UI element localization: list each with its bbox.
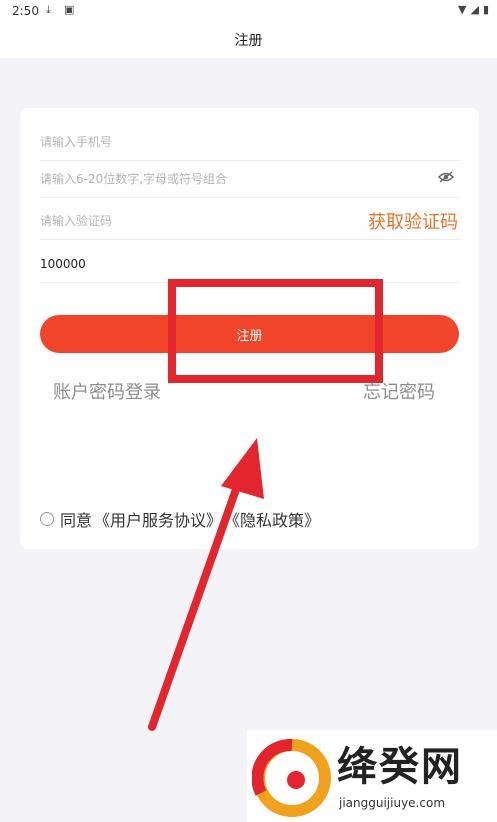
status-bar: 2:50 ⤓ ▣ ▼ ◢ ▮ (0, 0, 497, 22)
battery-icon: ▮ (482, 3, 489, 16)
watermark-logo (252, 738, 331, 817)
forgot-password-link[interactable]: 忘记密码 (363, 378, 435, 404)
phone-input[interactable] (40, 123, 460, 160)
eye-off-icon[interactable] (438, 171, 454, 187)
status-time: 2:50 (12, 4, 39, 18)
password-field (40, 160, 460, 198)
signal-icon: ◢ (470, 3, 479, 16)
agreement-row: 同意 《用户服务协议》 《隐私政策》 (40, 508, 322, 530)
download-icon: ⤓ (46, 3, 51, 16)
agree-label: 同意 (60, 511, 93, 530)
app-bar: 注册 (0, 22, 497, 58)
a-icon: ▣ (64, 3, 75, 16)
watermark-title: 绛癸网 (337, 744, 463, 790)
get-code-button[interactable]: 获取验证码 (368, 208, 458, 234)
account-login-link[interactable]: 账户密码登录 (53, 378, 161, 404)
invite-field (40, 245, 460, 283)
agree-radio[interactable] (40, 512, 54, 526)
invite-input[interactable] (40, 245, 460, 282)
password-input[interactable] (40, 160, 460, 197)
phone-field (40, 123, 460, 161)
watermark: 绛癸网 jiangguijiuye.com (247, 730, 497, 822)
watermark-url: jiangguijiuye.com (339, 796, 446, 810)
code-input[interactable] (40, 202, 340, 239)
register-button[interactable]: 注册 (40, 315, 459, 353)
wifi-icon: ▼ (458, 3, 467, 16)
code-field: 获取验证码 (40, 202, 460, 240)
page-title: 注册 (234, 33, 263, 49)
terms-link[interactable]: 《用户服务协议》 (94, 507, 222, 531)
privacy-link[interactable]: 《隐私政策》 (224, 507, 320, 531)
